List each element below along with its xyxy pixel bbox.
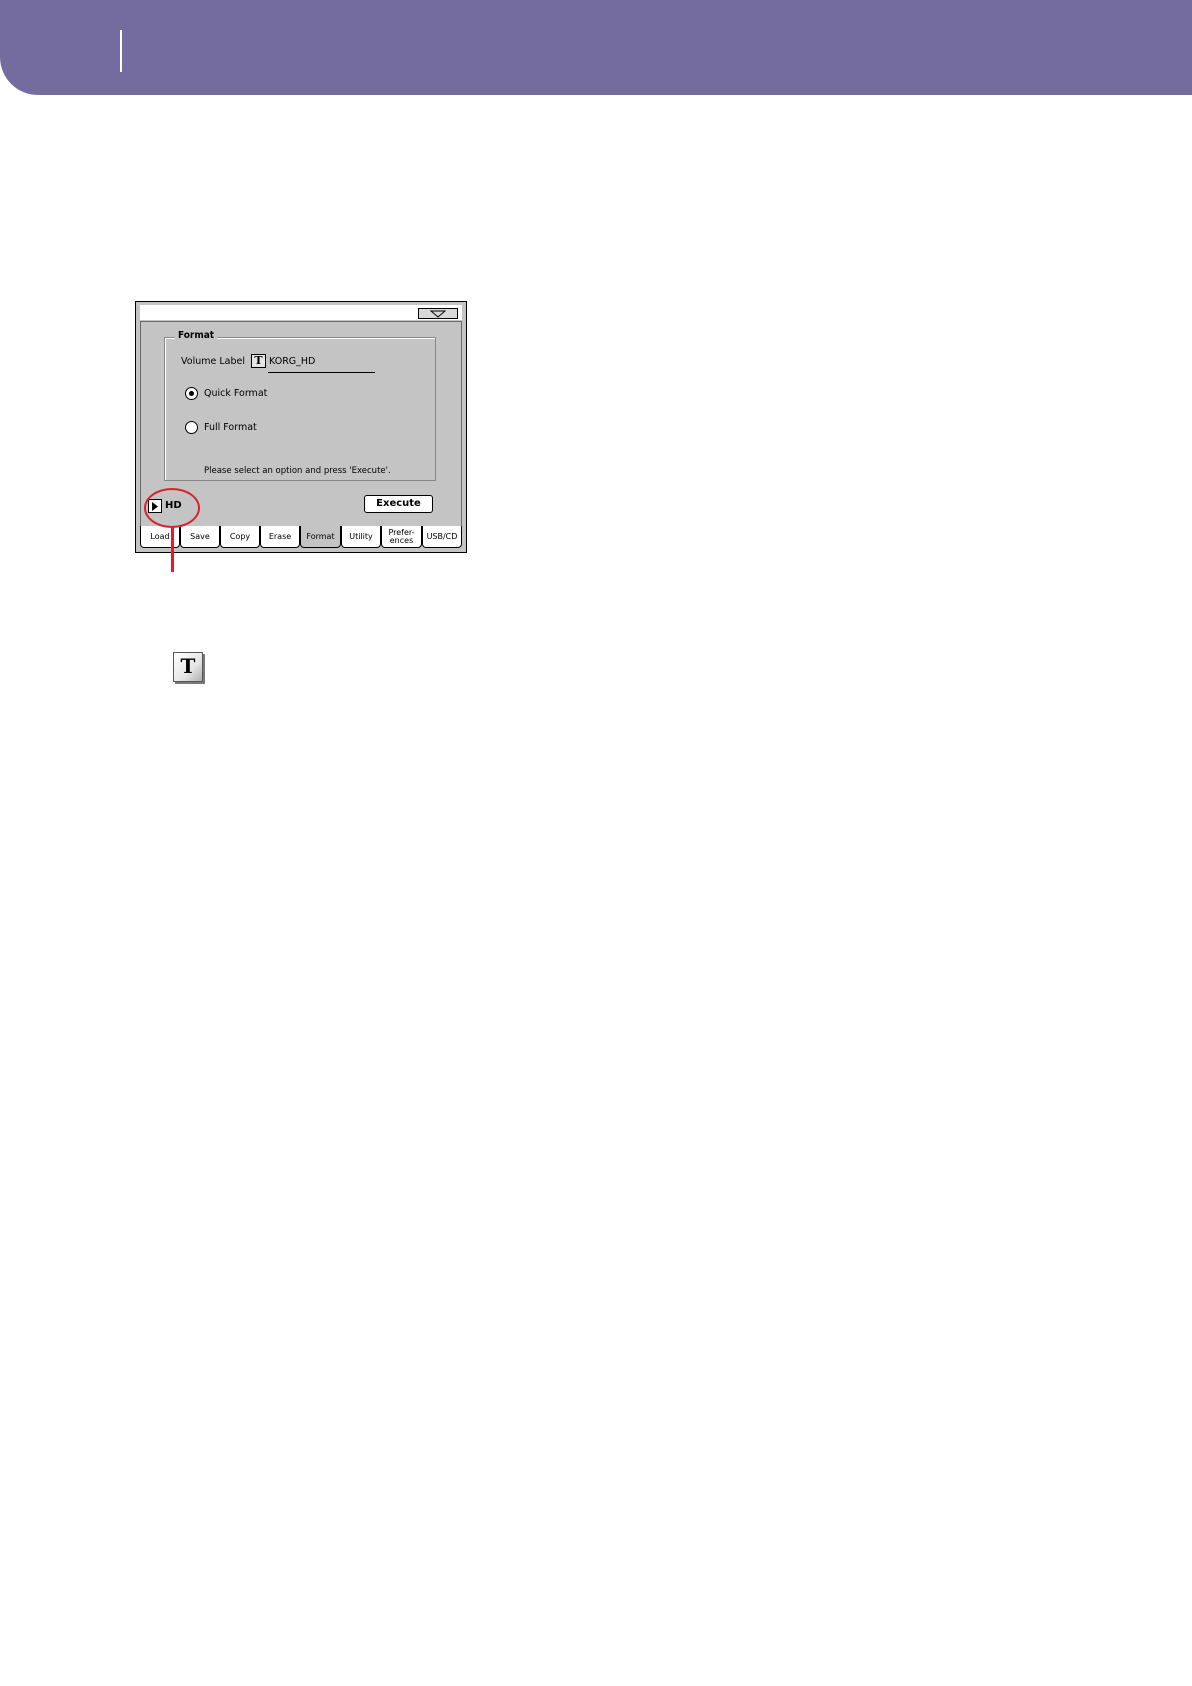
group-title: Format xyxy=(175,330,218,341)
quick-format-label[interactable]: Quick Format xyxy=(204,388,267,399)
volume-label-underline xyxy=(268,372,375,373)
text-edit-button[interactable]: T xyxy=(251,354,266,368)
title-bar xyxy=(140,305,462,320)
tab-format[interactable]: Format xyxy=(300,526,341,548)
tab-copy[interactable]: Copy xyxy=(220,526,260,548)
quick-format-radio[interactable] xyxy=(185,387,198,400)
tab-utility[interactable]: Utility xyxy=(341,526,381,548)
volume-label-caption: Volume Label xyxy=(181,356,245,367)
tab-preferences[interactable]: Prefer- ences xyxy=(381,526,422,548)
header-divider xyxy=(120,30,122,72)
execute-button[interactable]: Execute xyxy=(364,495,433,513)
tab-load[interactable]: Load xyxy=(140,526,180,548)
text-edit-icon: T xyxy=(173,652,203,682)
page-menu-button[interactable] xyxy=(418,308,458,319)
tab-save[interactable]: Save xyxy=(180,526,220,548)
radio-selected-dot xyxy=(189,391,194,396)
full-format-label[interactable]: Full Format xyxy=(204,422,257,433)
tab-bar: Load Save Copy Erase Format Utility Pref… xyxy=(140,526,462,550)
hint-text: Please select an option and press 'Execu… xyxy=(204,466,391,476)
page-header-banner xyxy=(0,0,1192,95)
highlight-circle xyxy=(144,488,200,528)
volume-label-field[interactable]: KORG_HD xyxy=(269,356,315,367)
callout-line xyxy=(171,527,174,572)
tab-erase[interactable]: Erase xyxy=(260,526,300,548)
full-format-radio[interactable] xyxy=(185,421,198,434)
menu-arrow-icon xyxy=(430,310,446,318)
tab-usb-cd[interactable]: USB/CD xyxy=(422,526,462,548)
